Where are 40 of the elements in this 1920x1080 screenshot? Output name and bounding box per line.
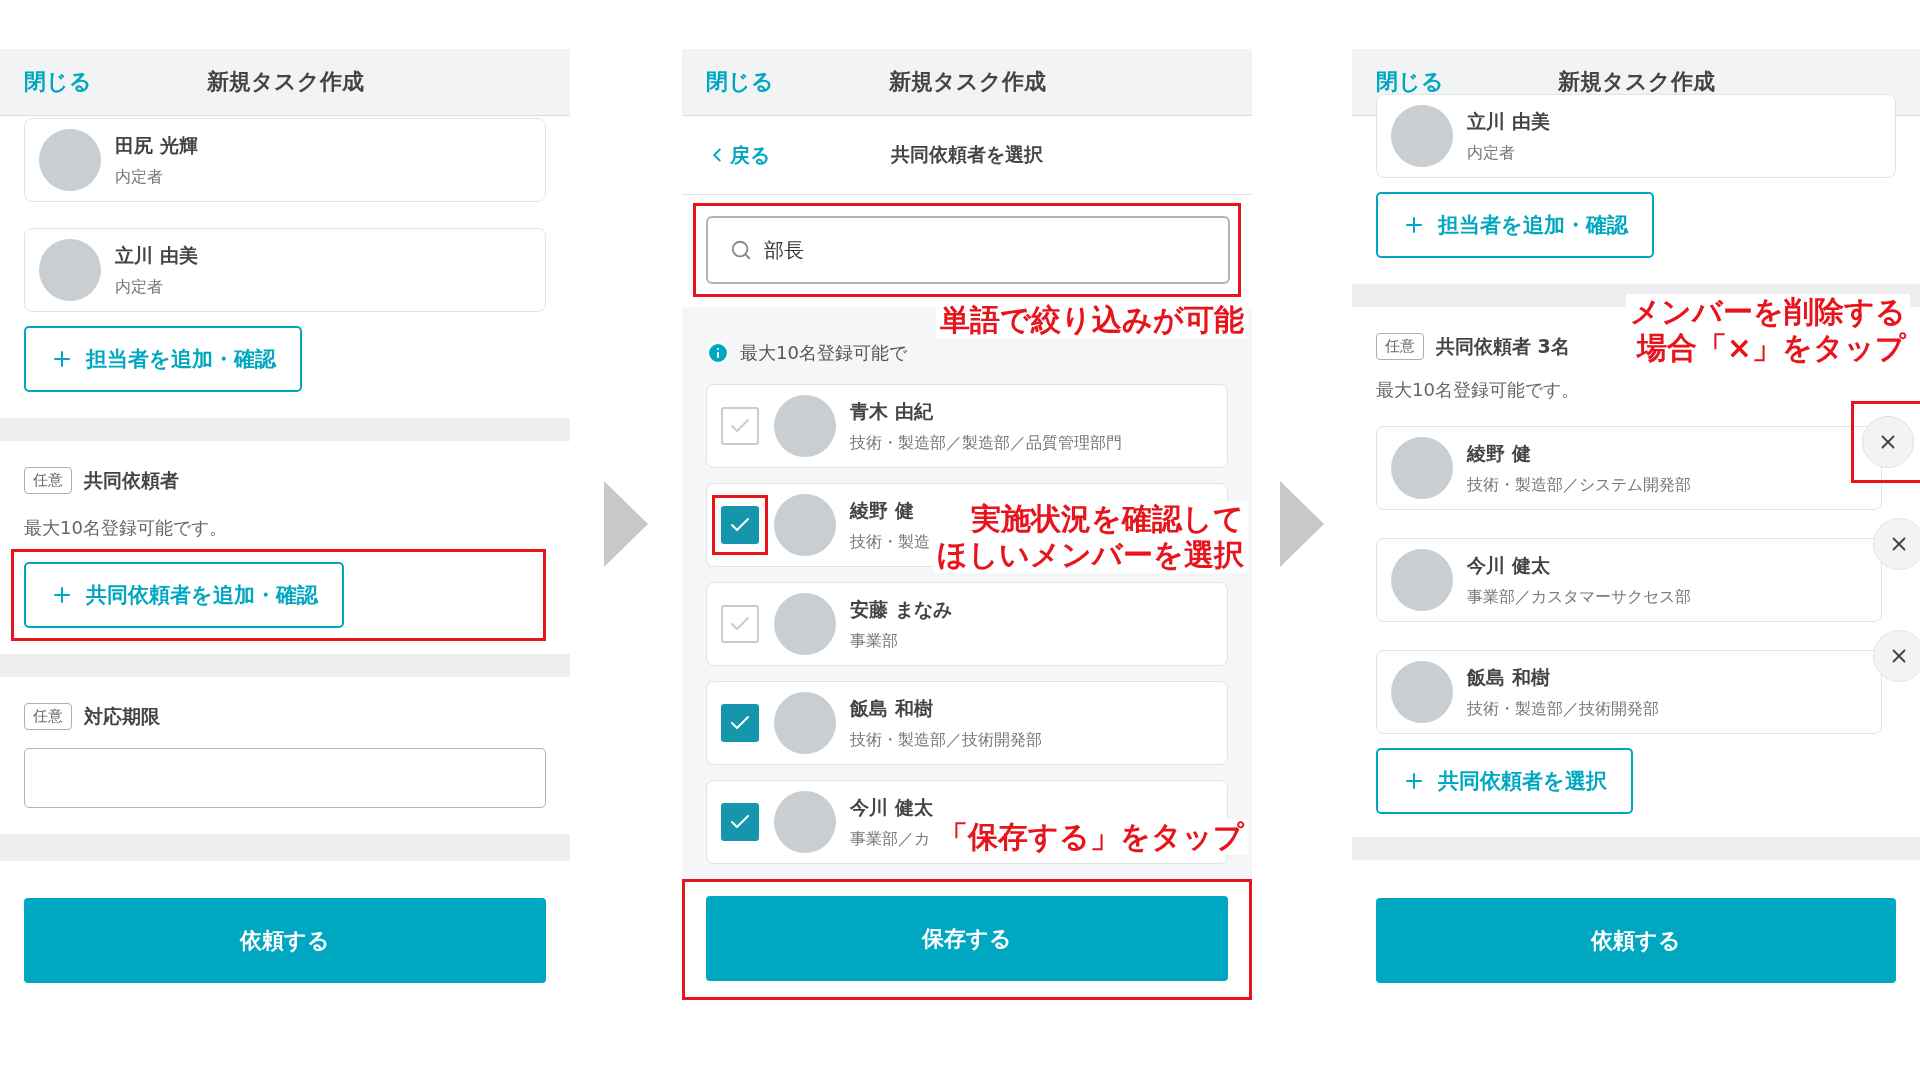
limit-note: 最大10名登録可能です。 (1376, 378, 1580, 402)
annotation-tooltip: メンバーを削除する (1626, 294, 1910, 330)
screen-title: 新規タスク作成 (888, 68, 1046, 96)
person-name: 綾野 健 (1467, 440, 1532, 466)
person-department: 技術・製造部／技術開発部 (850, 729, 1042, 751)
search-text: 部長 (764, 236, 804, 264)
limit-note: 最大10名登録可能です。 (24, 516, 228, 540)
person-name: 立川 由美 (115, 242, 198, 268)
person-name: 安藤 まなみ (850, 596, 952, 622)
person-department: 技術・製造部／システム開発部 (1467, 474, 1691, 496)
optional-tag: 任意 (24, 703, 72, 730)
annotation-tooltip: 実施状況を確認して (967, 501, 1248, 537)
section-title: 共同依頼者 3名 (1436, 333, 1570, 359)
person-department: 技術・製造部／製造部／品質管理部門 (850, 432, 1122, 454)
person-department: 事業部 (850, 630, 899, 652)
person-department: 事業部／カ (850, 828, 931, 850)
person-department: 技術・製造 (850, 531, 930, 553)
annotation-tooltip: ほしいメンバーを選択 (933, 537, 1248, 573)
screen-title: 新規タスク作成 (1557, 68, 1715, 96)
person-role: 内定者 (115, 276, 164, 298)
person-name: 飯島 和樹 (1467, 664, 1551, 690)
person-name: 綾野 健 (850, 497, 915, 523)
person-name: 今川 健太 (1467, 552, 1551, 578)
screen-subtitle: 共同依頼者を選択 (891, 142, 1043, 167)
person-role: 内定者 (115, 166, 164, 188)
person-name: 立川 由美 (1467, 108, 1550, 134)
person-role: 内定者 (1467, 142, 1516, 164)
person-name: 飯島 和樹 (850, 695, 934, 721)
annotation-tooltip: 単語で絞り込みが可能 (936, 302, 1248, 338)
screen-title: 新規タスク作成 (206, 68, 364, 96)
section-title: 共同依頼者 (84, 467, 179, 493)
person-department: 事業部／カスタマーサクセス部 (1467, 586, 1691, 608)
section-title: 対応期限 (84, 703, 160, 729)
limit-note: 最大10名登録可能で (740, 341, 907, 365)
optional-tag: 任意 (24, 467, 72, 494)
person-name: 青木 由紀 (850, 398, 934, 424)
person-name: 今川 健太 (850, 794, 933, 820)
person-department: 技術・製造部／技術開発部 (1467, 698, 1659, 720)
optional-tag: 任意 (1376, 333, 1424, 360)
person-name: 田尻 光輝 (115, 132, 198, 158)
